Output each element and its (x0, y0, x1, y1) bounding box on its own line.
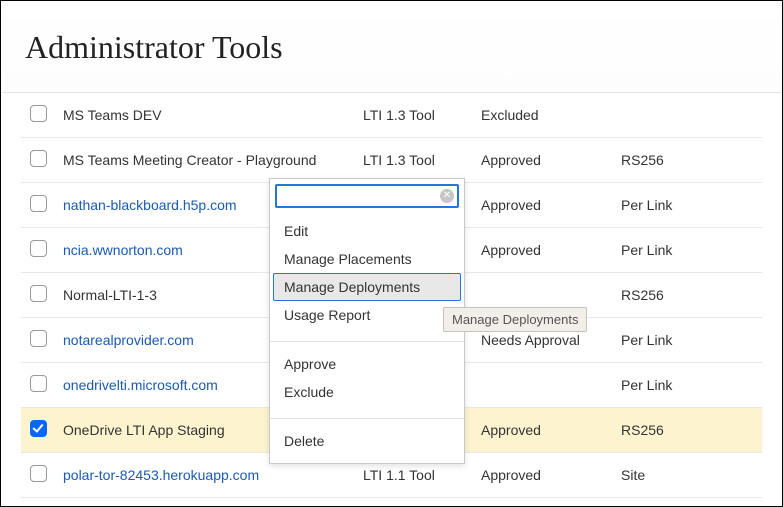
row-checkbox[interactable] (30, 150, 47, 167)
row-checkbox[interactable] (30, 330, 47, 347)
row-checkbox-cell (21, 453, 55, 498)
row-name-cell: MS Teams Meeting Creator - Playground (55, 138, 355, 183)
provider-name: OneDrive LTI App Staging (63, 422, 225, 438)
provider-link[interactable]: nathan-blackboard.h5p.com (63, 197, 237, 213)
menu-item[interactable]: Manage Deployments (273, 273, 461, 301)
row-checkbox-cell (21, 228, 55, 273)
menu-item[interactable]: Delete (270, 427, 464, 455)
menu-item[interactable]: Manage Placements (270, 245, 464, 273)
menu-item[interactable]: Exclude (270, 378, 464, 406)
row-alg-cell: Per Link (613, 363, 762, 408)
row-checkbox[interactable] (30, 285, 47, 302)
menu-list-2: ApproveExclude (270, 346, 464, 414)
page-title: Administrator Tools (25, 29, 758, 66)
provider-link[interactable]: ncia.wwnorton.com (63, 242, 183, 258)
row-checkbox-cell (21, 318, 55, 363)
table-row: MS Teams Meeting Creator - Playground LTI… (21, 138, 762, 183)
row-checkbox[interactable] (30, 195, 47, 212)
row-alg-cell: Per Link (613, 183, 762, 228)
row-checkbox-cell (21, 273, 55, 318)
menu-item[interactable]: Usage Report (270, 301, 464, 329)
row-checkbox[interactable] (30, 240, 47, 257)
row-status-cell (473, 363, 613, 408)
row-alg-cell: Per Link (613, 228, 762, 273)
row-name-cell: MS Teams DEV (55, 93, 355, 138)
row-checkbox-cell (21, 183, 55, 228)
menu-list-1: EditManage PlacementsManage DeploymentsU… (270, 213, 464, 337)
menu-search-wrap: ✕ (270, 179, 464, 213)
provider-name: MS Teams DEV (63, 107, 162, 123)
row-status-cell: Approved (473, 408, 613, 453)
table-row: MS Teams DEV LTI 1.3 ToolExcluded (21, 93, 762, 138)
menu-divider-1 (270, 341, 464, 342)
row-type-cell: LTI 1.3 Tool (355, 93, 473, 138)
menu-item[interactable]: Edit (270, 217, 464, 245)
row-checkbox[interactable] (30, 420, 47, 437)
provider-name: MS Teams Meeting Creator - Playground (63, 152, 316, 168)
context-menu: ✕ EditManage PlacementsManage Deployment… (269, 178, 465, 464)
provider-link[interactable]: polar-tor-82453.herokuapp.com (63, 467, 259, 483)
row-checkbox-cell (21, 408, 55, 453)
row-checkbox-cell (21, 363, 55, 408)
clear-icon[interactable]: ✕ (440, 189, 454, 203)
row-alg-cell: Per Link (613, 318, 762, 363)
row-alg-cell: RS256 (613, 273, 762, 318)
row-checkbox-cell (21, 138, 55, 183)
row-checkbox-cell (21, 93, 55, 138)
row-checkbox[interactable] (30, 465, 47, 482)
row-alg-cell: Site (613, 453, 762, 498)
row-status-cell: Approved (473, 228, 613, 273)
menu-search-input[interactable] (275, 184, 459, 208)
provider-link[interactable]: notarealprovider.com (63, 332, 194, 348)
row-status-cell: Approved (473, 138, 613, 183)
page-header: Administrator Tools (1, 1, 782, 93)
row-checkbox[interactable] (30, 375, 47, 392)
row-checkbox[interactable] (30, 105, 47, 122)
menu-list-3: Delete (270, 423, 464, 463)
menu-item[interactable]: Approve (270, 350, 464, 378)
row-alg-cell: RS256 (613, 408, 762, 453)
tooltip: Manage Deployments (443, 307, 587, 332)
row-type-cell: LTI 1.3 Tool (355, 138, 473, 183)
menu-divider-2 (270, 418, 464, 419)
row-status-cell: Excluded (473, 93, 613, 138)
row-status-cell: Approved (473, 453, 613, 498)
row-alg-cell (613, 93, 762, 138)
row-alg-cell: RS256 (613, 138, 762, 183)
provider-name: Normal-LTI-1-3 (63, 287, 157, 303)
row-status-cell: Approved (473, 183, 613, 228)
provider-link[interactable]: onedrivelti.microsoft.com (63, 377, 218, 393)
